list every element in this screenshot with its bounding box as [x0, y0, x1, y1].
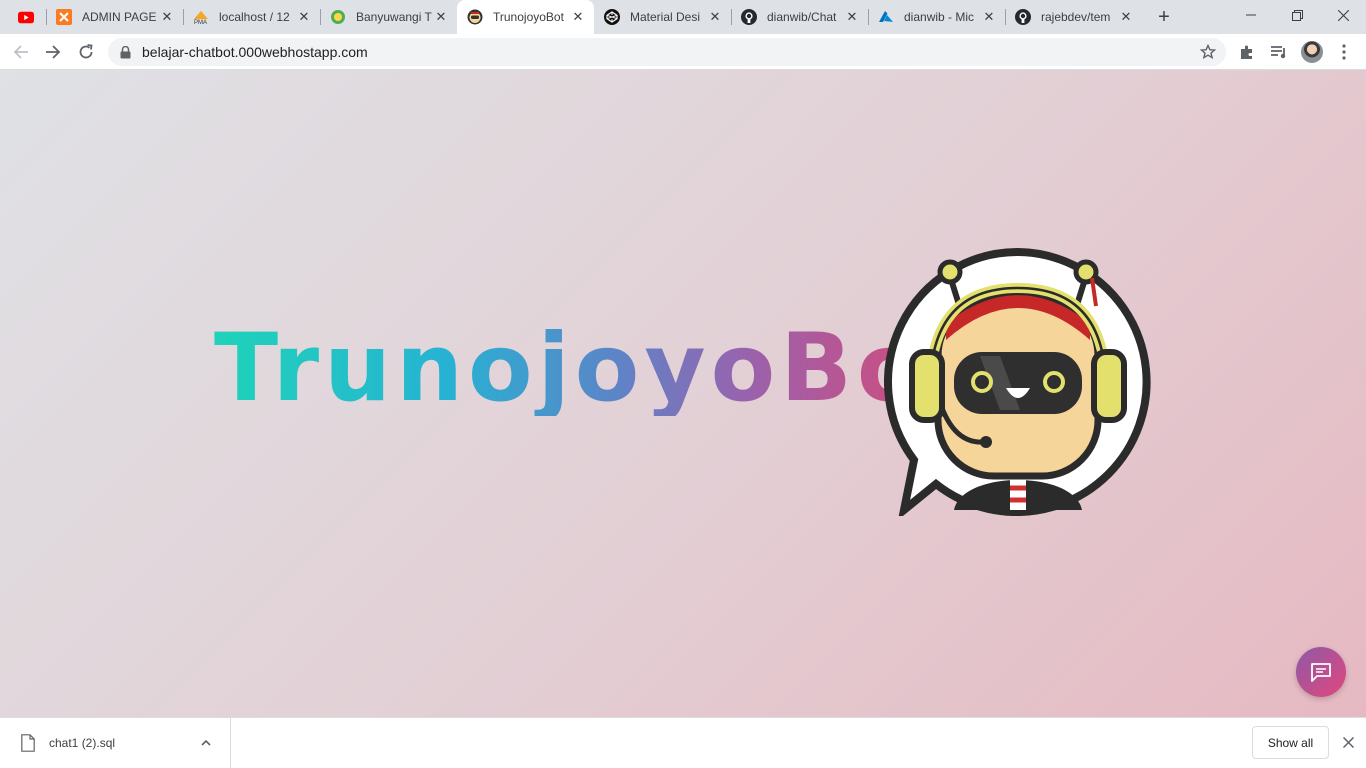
file-icon	[21, 734, 35, 752]
menu-kebab-icon[interactable]	[1334, 42, 1354, 62]
xampp-icon	[56, 9, 72, 25]
download-item[interactable]: chat1 (2).sql	[0, 718, 231, 768]
chevron-up-icon[interactable]	[194, 731, 218, 755]
close-icon[interactable]: ✕	[570, 9, 586, 25]
show-all-button[interactable]: Show all	[1252, 726, 1329, 759]
robot-headset-chat-icon	[884, 248, 1151, 516]
extensions-puzzle-icon[interactable]	[1237, 42, 1257, 62]
tab-material-design[interactable]: Material Desi ✕	[594, 0, 731, 34]
close-icon[interactable]: ✕	[707, 9, 723, 25]
site-logo-icon	[330, 9, 346, 25]
github-icon	[1015, 9, 1031, 25]
codepen-icon	[604, 9, 620, 25]
back-arrow-icon	[13, 45, 28, 59]
tab-title: dianwib/Chat	[767, 10, 837, 24]
tab-title: Material Desi	[630, 10, 701, 24]
url-text[interactable]: belajar-chatbot.000webhostapp.com	[142, 44, 368, 60]
address-bar[interactable]: belajar-chatbot.000webhostapp.com	[108, 38, 1226, 66]
brand-title: TrunojoyoBot	[214, 314, 977, 423]
tab-title: rajebdev/tem	[1041, 10, 1111, 24]
phpmyadmin-icon: PMA	[193, 9, 209, 25]
tab-dianwib-microsoft[interactable]: dianwib - Mic ✕	[868, 0, 1005, 34]
tab-rajebdev[interactable]: rajebdev/tem ✕	[1005, 0, 1142, 34]
media-queue-icon[interactable]	[1269, 42, 1289, 62]
robot-icon	[467, 9, 483, 25]
close-icon[interactable]: ✕	[296, 9, 312, 25]
chat-bubble-icon	[1311, 663, 1331, 682]
close-icon[interactable]: ✕	[1118, 9, 1134, 25]
youtube-icon	[18, 9, 34, 25]
page-content: TrunojoyoBot	[0, 70, 1366, 717]
svg-text:PMA: PMA	[194, 20, 207, 25]
close-window-button[interactable]	[1320, 0, 1366, 30]
lock-icon[interactable]	[120, 45, 132, 59]
tab-youtube[interactable]	[8, 0, 46, 34]
profile-avatar[interactable]	[1301, 41, 1323, 63]
forward-arrow-icon	[46, 45, 61, 59]
close-icon[interactable]	[1338, 732, 1358, 752]
download-filename: chat1 (2).sql	[49, 736, 116, 750]
restore-button[interactable]	[1274, 0, 1320, 30]
tab-title: TrunojoyoBot	[493, 10, 564, 24]
reload-button[interactable]	[72, 38, 100, 66]
back-button[interactable]	[7, 38, 35, 66]
tab-trunojoyobot[interactable]: TrunojoyoBot ✕	[457, 0, 594, 34]
minimize-button[interactable]	[1228, 0, 1274, 30]
reload-icon	[79, 44, 93, 59]
tab-title: localhost / 12	[219, 10, 290, 24]
close-icon[interactable]: ✕	[433, 9, 449, 25]
github-icon	[741, 9, 757, 25]
tab-title: Banyuwangi T	[356, 10, 432, 24]
browser-toolbar: belajar-chatbot.000webhostapp.com	[0, 34, 1366, 70]
bookmark-star-icon[interactable]	[1200, 44, 1216, 60]
close-icon[interactable]: ✕	[844, 9, 860, 25]
close-icon[interactable]: ✕	[159, 9, 175, 25]
tab-title: dianwib - Mic	[904, 10, 975, 24]
tab-dianwib-chat[interactable]: dianwib/Chat ✕	[731, 0, 868, 34]
tab-strip: ADMIN PAGE ✕ PMA localhost / 12 ✕ Banyuw…	[0, 0, 1366, 34]
azure-icon	[878, 9, 894, 25]
download-bar: chat1 (2).sql Show all	[0, 717, 1366, 768]
tab-localhost[interactable]: PMA localhost / 12 ✕	[183, 0, 320, 34]
chat-open-button[interactable]	[1296, 647, 1346, 697]
tab-title: ADMIN PAGE	[82, 10, 157, 24]
tab-admin-page[interactable]: ADMIN PAGE ✕	[46, 0, 183, 34]
tab-banyuwangi[interactable]: Banyuwangi T ✕	[320, 0, 457, 34]
new-tab-button[interactable]: +	[1152, 5, 1176, 29]
close-icon[interactable]: ✕	[981, 9, 997, 25]
forward-button[interactable]	[39, 38, 67, 66]
